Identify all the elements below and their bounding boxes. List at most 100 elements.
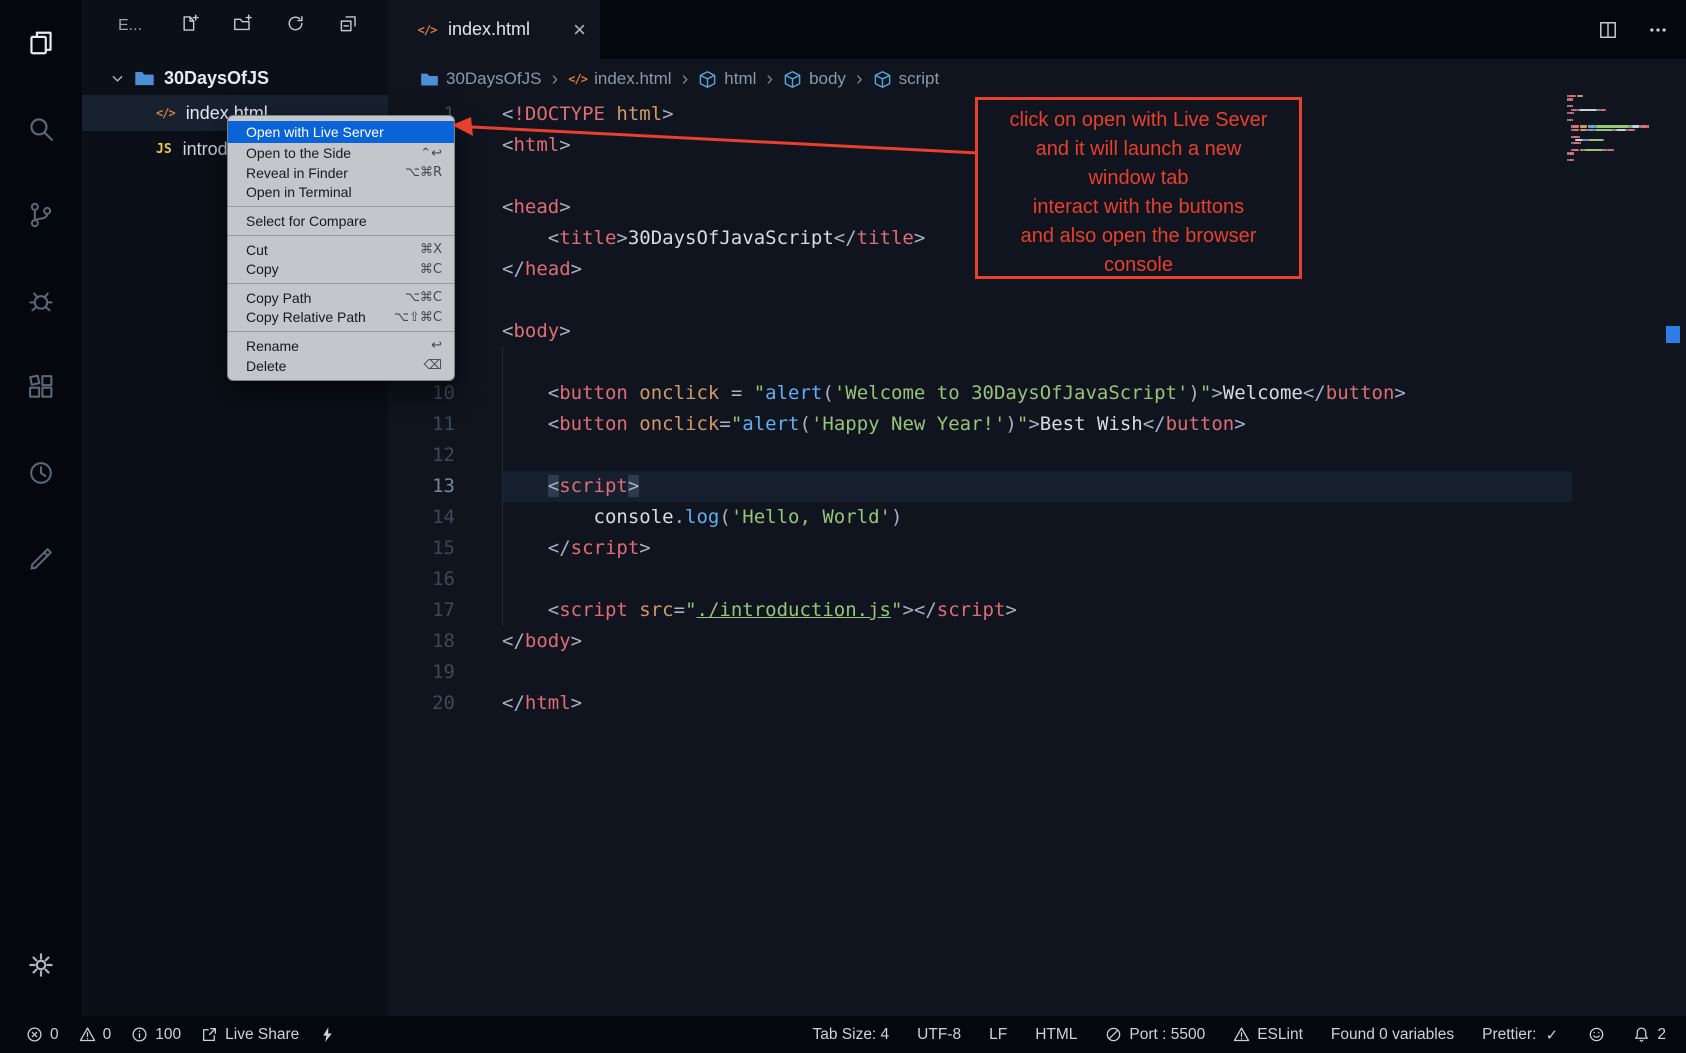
status-item-live-share[interactable]: Live Share bbox=[201, 1026, 299, 1044]
collapse-all-icon bbox=[339, 14, 358, 33]
tab-index-html[interactable]: </> index.html × bbox=[388, 0, 600, 59]
tree-folder-30daysofjs[interactable]: 30DaysOfJS bbox=[82, 62, 388, 95]
menu-shortcut: ⌘C bbox=[420, 262, 442, 277]
explorer-header: E... bbox=[82, 0, 388, 52]
scrollbar-marker[interactable] bbox=[1666, 326, 1680, 343]
new-file-icon[interactable] bbox=[180, 14, 199, 38]
menu-shortcut: ⌥⇧⌘C bbox=[394, 310, 442, 325]
context-menu: Open with Live ServerOpen to the Side⌃↩R… bbox=[227, 115, 455, 381]
status-item-bolt-icon[interactable] bbox=[319, 1026, 336, 1043]
smiley-icon bbox=[1588, 1026, 1605, 1043]
menu-shortcut: ⌥⌘C bbox=[405, 290, 442, 305]
bell-icon bbox=[1633, 1026, 1650, 1043]
js-icon: JS bbox=[156, 142, 172, 157]
code-line-13: 13 <script> bbox=[388, 471, 1686, 502]
info-icon bbox=[131, 1026, 148, 1043]
line-number: 18 bbox=[388, 626, 502, 657]
status-item-html[interactable]: HTML bbox=[1035, 1026, 1077, 1044]
activity-explorer[interactable] bbox=[16, 18, 66, 68]
breadcrumb-item-html[interactable]: html bbox=[698, 69, 756, 89]
menu-shortcut: ⌫ bbox=[424, 358, 442, 373]
code-line-12: 12 bbox=[388, 440, 1686, 471]
status-item-0[interactable]: 0 bbox=[79, 1026, 112, 1044]
check-icon: ✓ bbox=[1543, 1026, 1560, 1043]
split-editor-icon[interactable] bbox=[1598, 20, 1618, 40]
menu-shortcut: ⌃↩ bbox=[420, 146, 442, 161]
status-item-100[interactable]: 100 bbox=[131, 1026, 181, 1044]
search-icon bbox=[26, 114, 56, 144]
breadcrumb-item-body[interactable]: body bbox=[783, 69, 846, 89]
status-item-found-0-variables[interactable]: Found 0 variables bbox=[1331, 1026, 1454, 1044]
symbol-cube-icon bbox=[783, 70, 802, 89]
status-item-2[interactable]: 2 bbox=[1633, 1026, 1666, 1044]
files-icon bbox=[26, 28, 56, 58]
menu-item-select-for-compare[interactable]: Select for Compare bbox=[228, 211, 454, 231]
menu-item-copy-path[interactable]: Copy Path⌥⌘C bbox=[228, 288, 454, 308]
new-file-icon bbox=[180, 14, 199, 33]
menu-separator bbox=[228, 331, 454, 332]
extensions-icon bbox=[26, 372, 56, 402]
html-code-icon: </> bbox=[416, 19, 438, 41]
status-item-0[interactable]: 0 bbox=[26, 1026, 59, 1044]
code-line-17: 17 <script src="./introduction.js"></scr… bbox=[388, 595, 1686, 626]
menu-separator bbox=[228, 235, 454, 236]
warning-icon bbox=[1233, 1026, 1250, 1043]
code-line-7: 7 bbox=[388, 285, 1686, 316]
menu-item-open-with-live-server[interactable]: Open with Live Server bbox=[228, 121, 454, 143]
minimap[interactable] bbox=[1567, 95, 1663, 163]
refresh-icon[interactable] bbox=[286, 14, 305, 38]
menu-item-reveal-in-finder[interactable]: Reveal in Finder⌥⌘R bbox=[228, 163, 454, 183]
status-item-smiley-icon[interactable] bbox=[1588, 1026, 1605, 1043]
breadcrumb-item-30daysofjs[interactable]: 30DaysOfJS bbox=[420, 69, 541, 89]
status-item-utf-8[interactable]: UTF-8 bbox=[917, 1026, 961, 1044]
menu-shortcut: ⌥⌘R bbox=[405, 165, 442, 180]
breadcrumb-item-index-html[interactable]: </>index.html bbox=[568, 69, 671, 89]
menu-item-copy-relative-path[interactable]: Copy Relative Path⌥⇧⌘C bbox=[228, 308, 454, 328]
menu-item-cut[interactable]: Cut⌘X bbox=[228, 240, 454, 260]
status-item-lf[interactable]: LF bbox=[989, 1026, 1007, 1044]
line-number: 10 bbox=[388, 378, 502, 409]
menu-shortcut: ⌘X bbox=[420, 242, 442, 257]
status-right: Tab Size: 4 UTF-8 LF HTML Port : 5500 ESLint F… bbox=[812, 1026, 1666, 1044]
menu-separator bbox=[228, 206, 454, 207]
source-control-icon bbox=[26, 200, 56, 230]
status-item-eslint[interactable]: ESLint bbox=[1233, 1026, 1303, 1044]
menu-item-delete[interactable]: Delete⌫ bbox=[228, 356, 454, 376]
menu-item-rename[interactable]: Rename↩ bbox=[228, 336, 454, 356]
tab-bar: </> index.html × bbox=[388, 0, 1686, 59]
code-line-9: 9 bbox=[388, 347, 1686, 378]
collapse-all-icon[interactable] bbox=[339, 14, 358, 38]
status-item-tab-size-4[interactable]: Tab Size: 4 bbox=[812, 1026, 889, 1044]
explorer-title: E... bbox=[118, 17, 142, 35]
breadcrumb-separator: › bbox=[856, 68, 863, 91]
tab-title: index.html bbox=[448, 19, 530, 40]
activity-extensions[interactable] bbox=[16, 362, 66, 412]
status-bar: 0 0 100 Live Share Tab Size: 4 UTF-8 LF HTML Po… bbox=[0, 1016, 1686, 1053]
line-number: 17 bbox=[388, 595, 502, 626]
slash-circle-icon bbox=[1105, 1026, 1122, 1043]
breadcrumb-item-script[interactable]: script bbox=[873, 69, 940, 89]
menu-item-copy[interactable]: Copy⌘C bbox=[228, 259, 454, 279]
close-icon[interactable]: × bbox=[573, 19, 586, 41]
line-number: 13 bbox=[388, 471, 502, 502]
breadcrumb-separator: › bbox=[766, 68, 773, 91]
activity-timeline[interactable] bbox=[16, 448, 66, 498]
menu-item-open-to-the-side[interactable]: Open to the Side⌃↩ bbox=[228, 143, 454, 163]
new-folder-icon[interactable] bbox=[233, 14, 252, 38]
activity-run-debug[interactable] bbox=[16, 276, 66, 326]
folder-label: 30DaysOfJS bbox=[164, 68, 269, 89]
activity-source-control[interactable] bbox=[16, 190, 66, 240]
menu-item-open-in-terminal[interactable]: Open in Terminal bbox=[228, 183, 454, 203]
activity-search[interactable] bbox=[16, 104, 66, 154]
line-number: 12 bbox=[388, 440, 502, 471]
debug-icon bbox=[26, 286, 56, 316]
status-item-prettier[interactable]: Prettier:✓ bbox=[1482, 1026, 1560, 1044]
more-icon[interactable] bbox=[1648, 20, 1668, 40]
code-line-20: 20</html> bbox=[388, 688, 1686, 719]
activity-settings[interactable] bbox=[16, 940, 66, 990]
pen-icon bbox=[26, 544, 56, 574]
activity-edit-session[interactable] bbox=[16, 534, 66, 584]
status-item-port-5500[interactable]: Port : 5500 bbox=[1105, 1026, 1205, 1044]
menu-shortcut: ↩ bbox=[431, 338, 442, 353]
code-line-14: 14 console.log('Hello, World') bbox=[388, 502, 1686, 533]
